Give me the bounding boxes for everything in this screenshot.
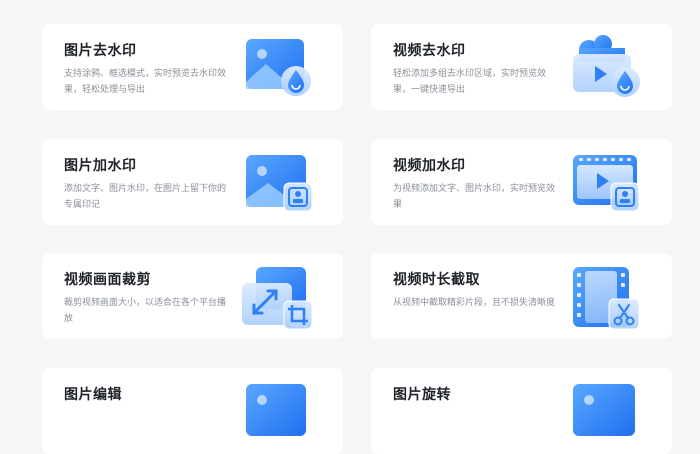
card-description: 从视频中截取精彩片段，且不损失清晰度 — [393, 298, 556, 308]
image-edit-icon — [238, 378, 318, 448]
card-image-edit[interactable]: 图片编辑 — [42, 368, 343, 454]
card-title: 视频画面裁剪 — [64, 272, 151, 288]
video-add-watermark-icon — [567, 149, 647, 219]
video-trim-icon — [567, 263, 647, 333]
card-image-add-watermark[interactable]: 图片加水印 添加文字、图片水印，在图片上留下你的专属印记 — [42, 139, 343, 225]
card-title: 视频去水印 — [393, 43, 466, 59]
card-title: 视频加水印 — [393, 158, 466, 174]
card-video-trim[interactable]: 视频时长截取 从视频中截取精彩片段，且不损失清晰度 — [371, 253, 672, 339]
card-video-crop[interactable]: 视频画面裁剪 裁剪视频画面大小，以适合在各个平台播放 — [42, 253, 343, 339]
video-crop-icon — [238, 263, 318, 333]
card-title: 图片去水印 — [64, 43, 137, 59]
card-title: 图片旋转 — [393, 387, 451, 403]
card-image-remove-watermark[interactable]: 图片去水印 支持涂鸦、框选模式，实时预览去水印效果，轻松处理与导出 — [42, 24, 343, 110]
card-description: 轻松添加多组去水印区域，实时预览效果，一键快速导出 — [393, 69, 547, 95]
feature-grid: 图片去水印 支持涂鸦、框选模式，实时预览去水印效果，轻松处理与导出 视频去水印 … — [0, 0, 700, 454]
card-description: 添加文字、图片水印，在图片上留下你的专属印记 — [64, 184, 227, 210]
card-title: 视频时长截取 — [393, 272, 480, 288]
card-video-remove-watermark[interactable]: 视频去水印 轻松添加多组去水印区域，实时预览效果，一键快速导出 — [371, 24, 672, 110]
card-description: 为视频添加文字、图片水印，实时预览效果 — [393, 184, 556, 210]
image-add-watermark-icon — [238, 149, 318, 219]
video-remove-watermark-icon — [567, 34, 647, 104]
card-image-rotate[interactable]: 图片旋转 — [371, 368, 672, 454]
image-remove-watermark-icon — [238, 34, 318, 104]
card-description: 裁剪视频画面大小，以适合在各个平台播放 — [64, 298, 227, 324]
card-video-add-watermark[interactable]: 视频加水印 为视频添加文字、图片水印，实时预览效果 — [371, 139, 672, 225]
card-title: 图片编辑 — [64, 387, 122, 403]
card-title: 图片加水印 — [64, 158, 137, 174]
image-rotate-icon — [567, 378, 647, 448]
card-description: 支持涂鸦、框选模式，实时预览去水印效果，轻松处理与导出 — [64, 69, 227, 95]
